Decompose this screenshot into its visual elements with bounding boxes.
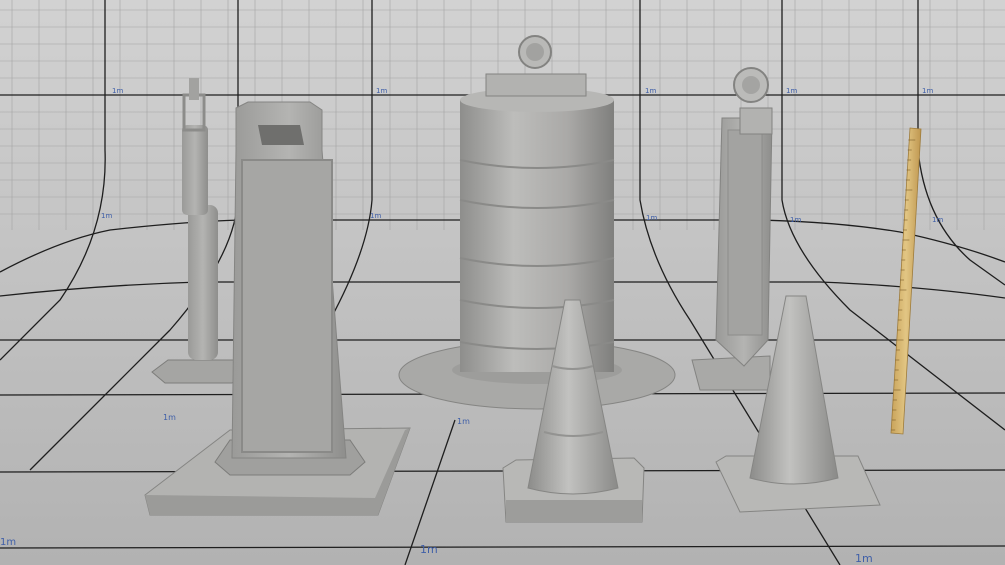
grid-unit-label: 1m bbox=[645, 87, 656, 95]
grid-unit-label: 1m bbox=[790, 216, 801, 224]
grid-unit-label: 1m bbox=[101, 212, 112, 220]
render-canvas: 1m 1m 1m 1m 1m 1m 1m 1m 1m 1m 1m 1m 1m 1m 1m bbox=[0, 0, 1005, 565]
studio-scene: 1m 1m 1m 1m 1m 1m 1m 1m 1m 1m 1m 1m 1m 1m 1m bbox=[0, 0, 1005, 565]
grid-unit-label: 1m bbox=[163, 413, 176, 422]
grid-unit-label: 1m bbox=[420, 543, 438, 556]
grid-unit-label: 1m bbox=[112, 87, 123, 95]
grid-unit-label: 1m bbox=[457, 417, 470, 426]
grid-unit-label: 1m bbox=[855, 552, 873, 565]
grid-unit-label: 1m bbox=[0, 537, 16, 548]
grid-unit-label: 1m bbox=[370, 212, 381, 220]
grid-unit-label: 1m bbox=[922, 87, 933, 95]
grid-unit-label: 1m bbox=[786, 87, 797, 95]
grid-unit-label: 1m bbox=[646, 214, 657, 222]
grid-unit-label: 1m bbox=[932, 216, 943, 224]
grid-unit-label: 1m bbox=[376, 87, 387, 95]
